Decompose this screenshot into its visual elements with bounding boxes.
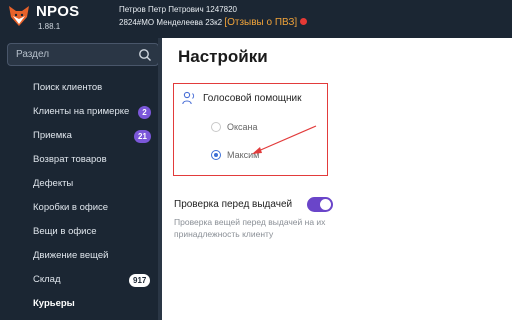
sidebar-item-label: Приемка xyxy=(33,130,72,141)
section-search-input[interactable]: Раздел xyxy=(7,43,159,66)
sidebar-item-label: Коробки в офисе xyxy=(33,202,109,213)
sidebar-item-label: Движение вещей xyxy=(33,250,109,261)
count-badge: 2 xyxy=(138,106,151,119)
brand-name: NPOS xyxy=(36,3,80,20)
sidebar-item-label: Дефекты xyxy=(33,178,74,189)
sidebar-item-fitting-clients[interactable]: Клиенты на примерке 2 xyxy=(0,100,158,124)
top-bar: NPOS 1.88.1 Петров Петр Петрович 1247820… xyxy=(0,0,512,38)
search-icon[interactable] xyxy=(138,48,152,62)
sidebar-item-returns[interactable]: Возврат товаров xyxy=(0,148,158,172)
sidebar-item-label: Склад xyxy=(33,274,61,285)
app-version: 1.88.1 xyxy=(38,22,61,31)
sidebar-scrollbar[interactable] xyxy=(158,38,162,320)
office-name: 2824#МО Менделеева 23к2 xyxy=(119,18,223,27)
sidebar-item-boxes[interactable]: Коробки в офисе xyxy=(0,196,158,220)
sidebar-item-items-in-office[interactable]: Вещи в офисе xyxy=(0,220,158,244)
sidebar-item-client-search[interactable]: Поиск клиентов xyxy=(0,76,158,100)
count-badge: 917 xyxy=(129,274,151,287)
sidebar-item-warehouse[interactable]: Склад 917 xyxy=(0,268,158,292)
sidebar: Раздел Поиск клиентов Клиенты на примерк… xyxy=(0,38,162,320)
check-before-issue-toggle[interactable] xyxy=(307,197,333,212)
sidebar-item-defects[interactable]: Дефекты xyxy=(0,172,158,196)
sidebar-item-item-movement[interactable]: Движение вещей xyxy=(0,244,158,268)
notification-dot xyxy=(300,18,308,25)
user-name: Петров Петр Петрович 1247820 xyxy=(119,5,237,14)
sidebar-item-label: Курьеры xyxy=(33,298,75,309)
check-before-issue-title: Проверка перед выдачей xyxy=(174,199,293,210)
annotation-arrow-icon xyxy=(252,125,317,154)
search-placeholder: Раздел xyxy=(16,49,50,60)
page-title: Настройки xyxy=(178,47,268,66)
sidebar-item-label: Возврат товаров xyxy=(33,154,107,165)
sidebar-item-acceptance[interactable]: Приемка 21 xyxy=(0,124,158,148)
office-info: 2824#МО Менделеева 23к2 [Отзывы о ПВЗ] xyxy=(119,17,308,28)
count-badge: 21 xyxy=(134,130,151,143)
check-before-issue-description: Проверка вещей перед выдачей на их прина… xyxy=(174,217,326,239)
sidebar-item-label: Вещи в офисе xyxy=(33,226,97,237)
reviews-link[interactable]: [Отзывы о ПВЗ] xyxy=(224,17,297,28)
fox-logo-icon xyxy=(9,6,29,26)
sidebar-item-couriers[interactable]: Курьеры xyxy=(0,292,158,316)
sidebar-item-label: Поиск клиентов xyxy=(33,82,103,93)
sidebar-item-label: Клиенты на примерке xyxy=(33,106,130,117)
